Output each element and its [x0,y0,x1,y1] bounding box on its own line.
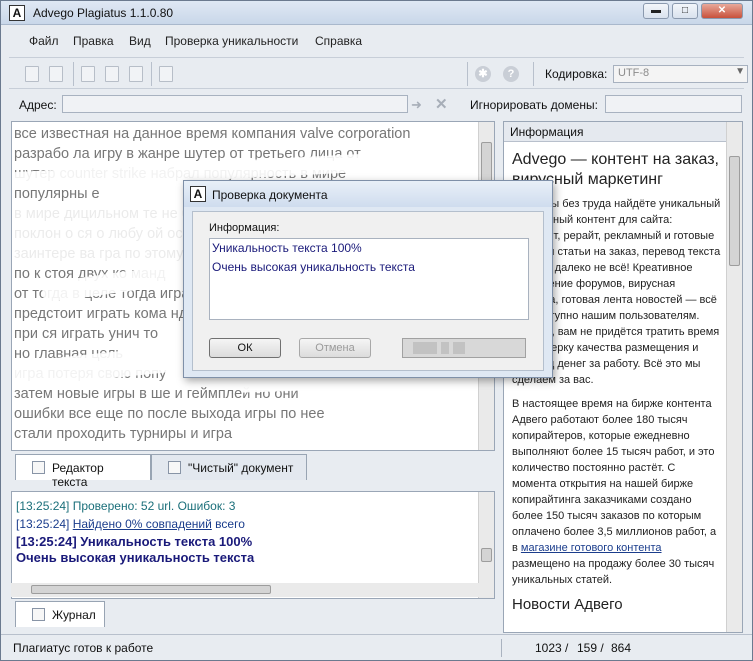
info-panel-title: Информация [510,125,584,139]
dialog-body: Информация: Уникальность текста 100% Оче… [192,211,544,371]
scrollbar-thumb[interactable] [729,156,740,266]
log-tabs: Журнал [11,601,495,631]
check-document-dialog: A Проверка документа Информация: Уникаль… [183,180,553,378]
log-scrollbar[interactable] [478,492,494,598]
ignore-domains-input[interactable] [605,95,742,113]
progress-segment [413,342,437,354]
info-scrollbar[interactable] [726,122,742,632]
menu-help[interactable]: Справка [315,34,362,48]
status-count: 159 / [577,641,604,655]
info-text: В настоящее время на бирже контента Адве… [512,398,717,554]
log-line-uniqueness: [13:25:24] Уникальность текста 100% [16,534,253,549]
settings-gear-icon[interactable]: ✱ [475,66,491,82]
app-logo-icon: A [190,186,206,202]
scrollbar-thumb[interactable] [481,548,492,562]
clear-address-icon[interactable]: ✕ [435,95,448,113]
cancel-button[interactable]: Отмена [299,338,371,358]
toolbar-separator [151,62,152,86]
editor-line[interactable]: все известная на данное время компания v… [14,124,482,144]
copy-icon[interactable] [105,66,119,82]
toolbar-separator [73,62,74,86]
help-icon[interactable]: ? [503,66,519,82]
tab-label: Журнал [52,608,96,622]
toolbar: ✱ ? Кодировка: UTF-8 ▼ [9,57,748,89]
toolbar-separator [533,62,534,86]
menu-view[interactable]: Вид [129,34,151,48]
ok-button[interactable]: ОК [209,338,281,358]
dialog-title-bar: A Проверка документа [184,181,552,207]
encoding-label: Кодировка: [545,67,608,81]
encoding-value: UTF-8 [618,67,650,79]
window-title: Advego Plagiatus 1.1.0.80 [33,6,174,20]
open-document-icon[interactable] [49,66,63,82]
dialog-title: Проверка документа [212,188,328,202]
chevron-down-icon: ▼ [735,66,745,77]
editor-line[interactable]: ошибки все еще по после выхода игры по н… [14,404,482,424]
menu-bar: Файл Правка Вид Проверка уникальности Сп… [11,31,741,53]
address-label: Адрес: [19,98,57,112]
log-suffix: всего [211,517,245,531]
address-bar: Адрес: ➜ ✕ Игнорировать домены: [9,91,744,119]
maximize-button[interactable]: □ [672,3,698,19]
dialog-info-box: Уникальность текста 100% Очень высокая у… [209,238,529,320]
news-heading: Новости Адвего [512,596,623,613]
log-horizontal-scrollbar[interactable] [11,583,479,597]
broom-icon [168,461,181,474]
toolbar-separator [467,62,468,86]
dialog-info-label: Информация: [209,222,280,234]
go-arrow-icon[interactable]: ➜ [411,97,422,113]
log-line-matches: [13:25:24] Найдено 0% совпадений всего [16,517,245,531]
clean-text-icon[interactable] [159,66,173,82]
address-input[interactable] [62,95,408,113]
status-count: 864 [611,641,632,655]
log-line-checked: [13:25:24] Проверено: 52 url. Ошибок: 3 [16,499,236,513]
new-document-icon[interactable] [25,66,39,82]
dialog-verdict-text: Очень высокая уникальность текста [212,260,415,274]
close-button[interactable]: ✕ [701,3,743,19]
info-text: размещено на продажу более 30 тысяч уник… [512,558,715,586]
tab-journal[interactable]: Журнал [15,601,105,627]
journal-icon [32,608,45,621]
app-logo-icon: A [9,5,25,21]
ignore-domains-label: Игнорировать домены: [470,98,598,112]
status-bar: Плагиатус готов к работе 1023 / 159 / 86… [1,634,752,660]
tab-clean-document[interactable]: "Чистый" документ [151,454,307,480]
status-count: 1023 / [535,641,569,655]
log-line-verdict: Очень высокая уникальность текста [16,550,255,565]
menu-file[interactable]: Файл [29,34,59,48]
editor-tabs: Редактор текста "Чистый" документ [11,452,495,489]
matches-link[interactable]: Найдено 0% совпадений [73,517,212,531]
cut-icon[interactable] [81,66,95,82]
status-message: Плагиатус готов к работе [13,641,154,655]
content-shop-link[interactable]: магазине готового контента [521,542,662,554]
title-bar: A Advego Plagiatus 1.1.0.80 ▬ □ ✕ [1,1,752,25]
redaction-scribble [12,208,212,268]
tab-text-editor[interactable]: Редактор текста [15,454,151,489]
paste-icon[interactable] [129,66,143,82]
tab-label: Редактор текста [52,461,104,489]
info-paragraph: В настоящее время на бирже контента Адве… [512,396,722,588]
log-timestamp: [13:25:24] [16,517,73,531]
progress-segment [453,342,465,354]
status-separator [501,639,502,657]
editor-line[interactable]: стали проходить турниры и игра [14,424,482,444]
progress-segment [441,342,449,354]
menu-uniqueness-check[interactable]: Проверка уникальности [165,34,298,48]
encoding-select[interactable]: UTF-8 ▼ [613,65,748,83]
progress-bar [402,338,526,358]
menu-edit[interactable]: Правка [73,34,114,48]
info-panel-header: Информация ✕ [504,122,742,142]
tab-label: "Чистый" документ [188,461,294,475]
minimize-button[interactable]: ▬ [643,3,669,19]
dialog-uniqueness-text: Уникальность текста 100% [212,241,362,255]
document-icon [32,461,45,474]
scrollbar-thumb[interactable] [31,585,271,594]
